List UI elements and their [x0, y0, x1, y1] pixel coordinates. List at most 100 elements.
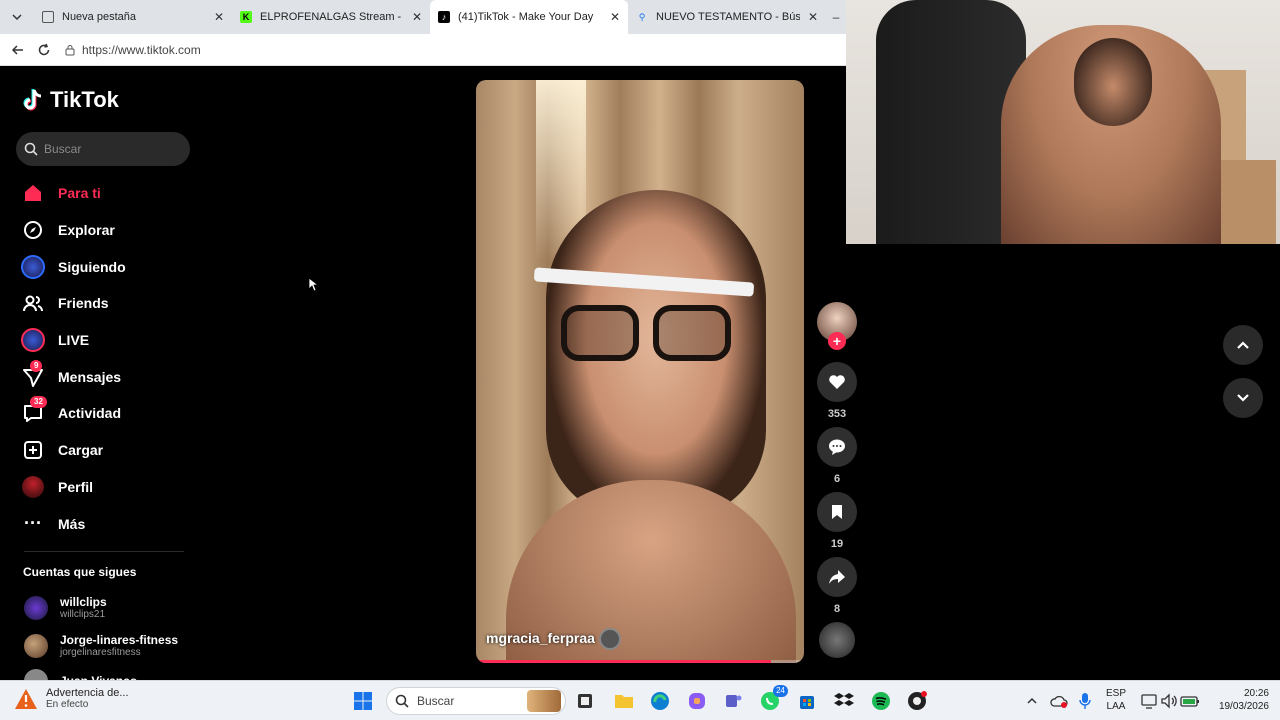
edge-icon[interactable] — [648, 689, 672, 713]
tiktok-favicon-icon: ♪ — [438, 11, 450, 23]
task-view-icon[interactable] — [573, 689, 597, 713]
like-count: 353 — [827, 408, 847, 420]
sidebar-item-label: Friends — [58, 295, 109, 312]
video-player[interactable]: mgracia_ferpraa — [476, 80, 804, 663]
site-info-icon[interactable] — [64, 44, 76, 56]
video-username[interactable]: mgracia_ferpraa — [486, 630, 595, 646]
more-icon: ··· — [24, 513, 42, 534]
previous-video-button[interactable] — [1223, 325, 1263, 365]
tab-search[interactable]: ⚲ NUEVO TESTAMENTO - Búsqueda ✕ — [628, 0, 826, 34]
sidebar-item-friends[interactable]: Friends — [20, 285, 200, 322]
chevron-up-icon[interactable] — [1020, 689, 1044, 713]
reload-icon — [38, 43, 50, 55]
dropbox-icon[interactable] — [832, 689, 856, 713]
comment-button[interactable] — [817, 427, 857, 467]
video-glasses — [561, 305, 736, 365]
weather-alert[interactable]: Advertencia de... En efecto — [14, 687, 129, 710]
share-button[interactable] — [817, 557, 857, 597]
back-button[interactable] — [8, 40, 28, 60]
avatar — [24, 595, 48, 620]
teams-icon[interactable] — [721, 689, 745, 713]
taskbar-search[interactable]: Buscar — [386, 687, 566, 715]
close-tab-icon[interactable]: ✕ — [214, 10, 224, 24]
sidebar-item-explorar[interactable]: Explorar — [20, 212, 200, 249]
creator-avatar[interactable]: + — [817, 302, 857, 350]
store-icon[interactable] — [795, 689, 819, 713]
tab-tiktok[interactable]: ♪ (41)TikTok - Make Your Day ✕ — [430, 0, 628, 34]
start-button[interactable] — [351, 689, 375, 713]
spotify-icon[interactable] — [869, 689, 893, 713]
account-name: Jorge-linares-fitness — [60, 633, 179, 647]
file-explorer-icon[interactable] — [612, 689, 636, 713]
sidebar-item-label: Más — [58, 515, 86, 532]
search-input[interactable]: Buscar — [16, 132, 190, 166]
back-arrow-icon — [11, 44, 23, 55]
tab-search-button[interactable] — [0, 0, 34, 34]
sidebar-item-label: Siguiendo — [58, 258, 126, 275]
following-account[interactable]: Jorge-linares-fitness jorgelinaresfitnes… — [24, 633, 178, 658]
microphone-icon[interactable] — [1073, 689, 1097, 713]
onedrive-icon[interactable] — [1047, 689, 1071, 713]
next-video-button[interactable] — [1223, 378, 1263, 418]
messages-icon: 9 — [20, 359, 46, 390]
sidebar-item-label: Cargar — [58, 442, 104, 459]
tab-new-tab[interactable]: Nueva pestaña ✕ — [34, 0, 232, 34]
close-tab-icon[interactable]: ✕ — [808, 10, 818, 24]
battery-icon[interactable] — [1178, 689, 1202, 713]
sidebar-item-actividad[interactable]: 32 Actividad — [20, 395, 200, 432]
sidebar-item-cargar[interactable]: Cargar — [20, 432, 200, 469]
tab-stream[interactable]: K ELPROFENALGAS Stream - Watch ✕ — [232, 0, 430, 34]
music-avatar[interactable] — [819, 622, 855, 658]
sidebar-item-label: Para ti — [58, 185, 101, 202]
account-handle: willclips21 — [60, 609, 106, 620]
close-tab-icon[interactable]: ✕ — [412, 10, 422, 24]
clock[interactable]: 20:26 19/03/2026 — [1209, 687, 1269, 713]
sidebar-nav: Para ti Explorar Siguiendo Friends LIVE … — [20, 175, 200, 542]
activity-badge: 32 — [30, 396, 47, 409]
avatar — [24, 633, 48, 658]
sidebar-item-mensajes[interactable]: 9 Mensajes — [20, 358, 200, 395]
whatsapp-icon[interactable]: 24 — [758, 685, 788, 713]
sidebar-item-label: Perfil — [58, 478, 94, 495]
bookmark-icon — [832, 505, 842, 519]
copilot-icon[interactable] — [685, 689, 709, 713]
windows-taskbar: Advertencia de... En efecto Buscar 24 ES… — [0, 680, 1280, 720]
sidebar-item-label: Actividad — [58, 405, 122, 422]
video-progress-bar[interactable] — [476, 660, 804, 663]
sidebar-item-perfil[interactable]: Perfil — [20, 469, 200, 506]
search-icon — [395, 694, 409, 708]
kick-icon: K — [240, 11, 252, 23]
minimize-icon[interactable]: – — [826, 0, 846, 34]
language-indicator[interactable]: ESP LAA — [1106, 687, 1126, 713]
close-tab-icon[interactable]: ✕ — [610, 10, 620, 24]
following-heading: Cuentas que sigues — [23, 565, 137, 579]
sidebar-item-para-ti[interactable]: Para ti — [20, 175, 200, 212]
sidebar-item-mas[interactable]: ··· Más — [20, 505, 200, 542]
language-code: ESP — [1106, 688, 1127, 699]
sidebar-item-label: Explorar — [58, 222, 115, 239]
search-favicon-icon: ⚲ — [638, 11, 646, 22]
music-disc-icon[interactable] — [599, 628, 621, 650]
like-button[interactable] — [817, 362, 857, 402]
tiktok-logo[interactable]: TikTok — [22, 87, 119, 113]
reload-button[interactable] — [34, 40, 54, 60]
sidebar-item-siguiendo[interactable]: Siguiendo — [20, 248, 200, 285]
account-handle: jorgelinaresfitness — [60, 647, 141, 658]
following-account[interactable]: willclips willclips21 — [24, 595, 107, 620]
windows-logo-icon — [354, 692, 372, 710]
save-button[interactable] — [817, 492, 857, 532]
url-field[interactable]: https://www.tiktok.com — [60, 43, 201, 57]
video-actions: + 353 6 19 8 — [817, 302, 857, 658]
sidebar-item-live[interactable]: LIVE — [20, 322, 200, 359]
search-icon — [24, 142, 38, 156]
video-progress-fill — [476, 660, 772, 663]
address-bar: https://www.tiktok.com — [0, 34, 846, 66]
comment-icon — [829, 439, 845, 455]
tab-strip: Nueva pestaña ✕ K ELPROFENALGAS Stream -… — [0, 0, 846, 34]
activity-icon: 32 — [20, 396, 47, 426]
obs-icon[interactable] — [905, 689, 929, 713]
heart-icon — [829, 375, 845, 389]
follow-plus-icon[interactable]: + — [828, 332, 846, 350]
keyboard-layout: LAA — [1106, 701, 1126, 712]
sidebar-item-label: Mensajes — [58, 368, 122, 385]
